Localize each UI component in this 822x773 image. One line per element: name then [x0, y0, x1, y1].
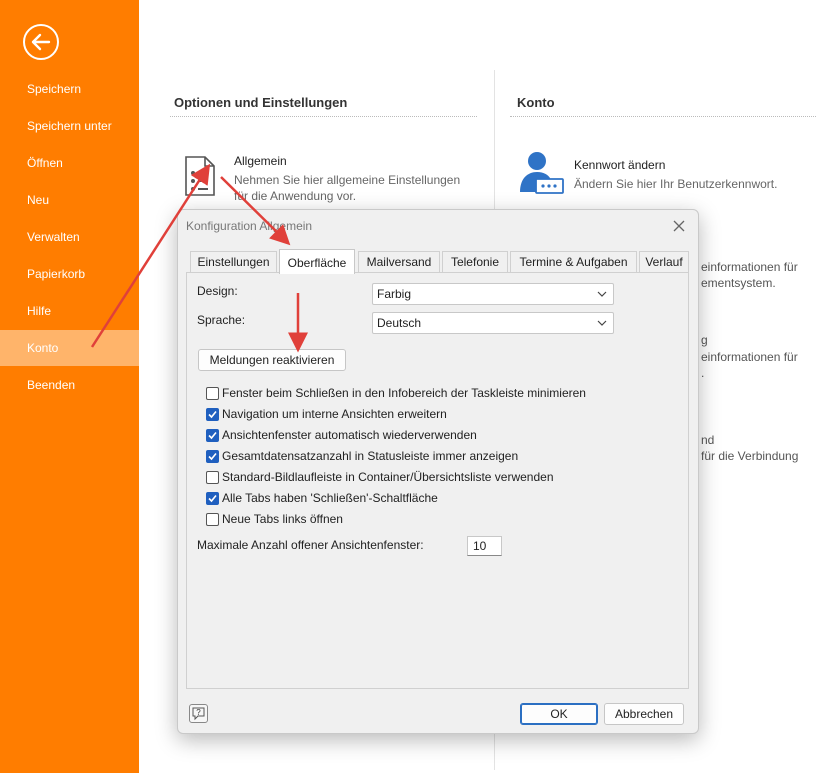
- ok-button[interactable]: OK: [520, 703, 598, 725]
- close-icon[interactable]: [668, 215, 690, 237]
- partial-text: g: [701, 333, 708, 347]
- checkbox[interactable]: [206, 492, 219, 505]
- partial-text: ementsystem.: [701, 276, 776, 290]
- sidebar-item-speichern[interactable]: Speichern: [0, 71, 139, 107]
- reactivate-messages-button[interactable]: Meldungen reaktivieren: [198, 349, 346, 371]
- sidebar-item-oeffnen[interactable]: Öffnen: [0, 145, 139, 181]
- back-arrow-icon[interactable]: [23, 24, 59, 60]
- max-windows-label: Maximale Anzahl offener Ansichtenfenster…: [197, 538, 424, 552]
- options-section-title: Optionen und Einstellungen: [174, 95, 348, 110]
- account-divider: [510, 116, 816, 117]
- partial-text: für die Verbindung: [701, 449, 799, 463]
- check-icon: [208, 431, 217, 440]
- checkbox[interactable]: [206, 471, 219, 484]
- partial-text: einformationen für: [701, 350, 798, 364]
- check-icon: [208, 494, 217, 503]
- checkbox-label: Navigation um interne Ansichten erweiter…: [222, 407, 447, 421]
- partial-text: nd: [701, 433, 715, 447]
- tab-verlauf[interactable]: Verlauf: [639, 251, 689, 273]
- tab-mailversand[interactable]: Mailversand: [358, 251, 440, 273]
- tab-telefonie[interactable]: Telefonie: [442, 251, 508, 273]
- checkbox-label: Alle Tabs haben 'Schließen'-Schaltfläche: [222, 491, 438, 505]
- tab-panel-oberflaeche: Design: Farbig Sprache: Deutsch Meldunge…: [186, 272, 689, 689]
- checkbox[interactable]: [206, 387, 219, 400]
- checkbox[interactable]: [206, 429, 219, 442]
- sidebar-item-konto[interactable]: Konto: [0, 330, 139, 366]
- svg-text:?: ?: [196, 708, 201, 717]
- sidebar-item-verwalten[interactable]: Verwalten: [0, 219, 139, 255]
- sidebar: Speichern Speichern unter Öffnen Neu Ver…: [0, 0, 139, 773]
- partial-text: .: [701, 366, 705, 380]
- language-select[interactable]: Deutsch: [372, 312, 614, 334]
- user-password-icon[interactable]: [518, 150, 564, 194]
- max-windows-input[interactable]: 10: [467, 536, 502, 556]
- language-label: Sprache:: [197, 313, 246, 327]
- options-divider: [170, 116, 477, 117]
- change-password-title[interactable]: Kennwort ändern: [574, 158, 665, 172]
- settings-document-icon[interactable]: [183, 155, 217, 197]
- checkbox[interactable]: [206, 408, 219, 421]
- sidebar-item-neu[interactable]: Neu: [0, 182, 139, 218]
- design-select[interactable]: Farbig: [372, 283, 614, 305]
- general-option-desc-1: Nehmen Sie hier allgemeine Einstellungen: [234, 173, 461, 187]
- tab-termine-aufgaben[interactable]: Termine & Aufgaben: [510, 251, 637, 273]
- checkbox-label: Fenster beim Schließen in den Infobereic…: [222, 386, 586, 400]
- sidebar-item-speichern-unter[interactable]: Speichern unter: [0, 108, 139, 144]
- partial-text: einformationen für: [701, 260, 798, 274]
- design-value: Farbig: [377, 287, 412, 301]
- language-value: Deutsch: [377, 316, 422, 330]
- dialog-title: Konfiguration Allgemein: [186, 219, 313, 233]
- design-label: Design:: [197, 284, 238, 298]
- config-dialog: Konfiguration Allgemein Einstellungen Ob…: [177, 209, 699, 734]
- general-option-title[interactable]: Allgemein: [234, 154, 287, 168]
- sidebar-item-papierkorb[interactable]: Papierkorb: [0, 256, 139, 292]
- checkbox-label: Gesamtdatensatzanzahl in Statusleiste im…: [222, 449, 519, 463]
- help-icon[interactable]: ?: [189, 704, 208, 723]
- check-icon: [208, 452, 217, 461]
- general-option-desc-2: für die Anwendung vor.: [234, 189, 357, 203]
- check-icon: [208, 410, 217, 419]
- checkbox-label: Neue Tabs links öffnen: [222, 512, 343, 526]
- change-password-desc: Ändern Sie hier Ihr Benutzerkennwort.: [574, 177, 778, 191]
- checkbox[interactable]: [206, 513, 219, 526]
- checkbox-label: Ansichtenfenster automatisch wiederverwe…: [222, 428, 477, 442]
- tab-oberflaeche[interactable]: Oberfläche: [279, 249, 355, 274]
- checkbox[interactable]: [206, 450, 219, 463]
- sidebar-item-hilfe[interactable]: Hilfe: [0, 293, 139, 329]
- tab-einstellungen[interactable]: Einstellungen: [190, 251, 277, 273]
- checkbox-label: Standard-Bildlaufleiste in Container/Übe…: [222, 470, 554, 484]
- account-section-title: Konto: [517, 95, 555, 110]
- sidebar-item-beenden[interactable]: Beenden: [0, 367, 139, 403]
- chevron-down-icon: [597, 291, 607, 297]
- cancel-button[interactable]: Abbrechen: [604, 703, 684, 725]
- chevron-down-icon: [597, 320, 607, 326]
